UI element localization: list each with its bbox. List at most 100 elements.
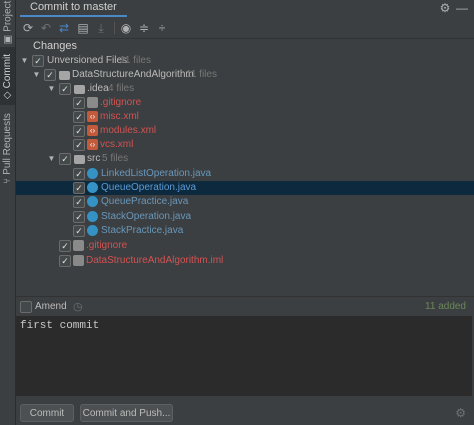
node-label: DataStructureAndAlgorithm [72,69,194,80]
file-name: QueueOperation.java [101,182,197,193]
xml-file-icon: ‹› [87,111,98,122]
commit-icon: ◇ [2,90,13,99]
folder-icon [74,85,85,94]
tool-window-strip: ▣ Project ◇ Commit ⑂ Pull Requests [0,0,16,425]
rollback-icon[interactable]: ↶ [38,20,54,36]
list-item[interactable]: ✓ LinkedListOperation.java [16,167,474,181]
git-file-icon [87,97,98,108]
folder-icon: ▣ [2,34,14,45]
list-item[interactable]: ✓ ‹› misc.xml [16,110,474,124]
history-icon[interactable]: ◷ [73,300,83,313]
folder-icon [59,71,70,80]
list-item[interactable]: ✓ StackOperation.java [16,210,474,224]
xml-file-icon: ‹› [87,139,98,150]
minimize-icon[interactable]: — [456,1,468,15]
chevron-down-icon[interactable]: ▼ [47,152,56,166]
file-name: modules.xml [100,125,157,136]
list-item[interactable]: ✓ ‹› modules.xml [16,124,474,138]
list-item[interactable]: ✓ StackPractice.java [16,224,474,238]
file-name: .gitignore [100,97,142,108]
tree-node-unversioned[interactable]: ▼ ✓ Unversioned Files 11 files [16,54,474,68]
chevron-down-icon[interactable]: ▼ [47,82,56,96]
download-icon[interactable]: ⤓ [93,20,109,36]
java-class-icon [87,182,98,193]
diff-icon[interactable]: ⇄ [56,20,72,36]
file-name: vcs.xml [100,139,134,150]
tree-node-idea[interactable]: ▼ ✓ .idea 4 files [16,82,474,96]
git-file-icon [73,240,84,251]
file-name: StackOperation.java [101,211,192,222]
toolbar-separator [114,22,115,34]
commit-button[interactable]: Commit [20,404,74,422]
file-name: DataStructureAndAlgorithm.iml [86,255,224,266]
sidebar-tab-label: Project [2,0,14,32]
file-count: 11 files [186,69,217,80]
added-status: 11 added [425,301,466,312]
collapse-all-icon[interactable]: ÷ [154,20,170,36]
checkbox[interactable]: ✓ [73,225,85,237]
list-item[interactable]: ✓ .gitignore [16,239,474,253]
file-count: 4 files [108,83,135,94]
list-item[interactable]: ✓ ‹› vcs.xml [16,138,474,152]
checkbox[interactable]: ✓ [59,240,71,252]
refresh-icon[interactable]: ⟳ [20,20,36,36]
node-label: .idea [87,83,109,94]
sidebar-tab-project[interactable]: ▣ Project [0,0,15,45]
expand-all-icon[interactable]: ≑ [136,20,152,36]
file-count: 11 files [120,55,151,66]
file-name: .gitignore [86,240,128,251]
commit-tool-window: Commit to master ⚙ — ⟳ ↶ ⇄ ▤ ⤓ ◉ ≑ ÷ Cha… [16,0,474,425]
sidebar-tab-pull-requests[interactable]: ⑂ Pull Requests [0,108,15,188]
checkbox[interactable]: ✓ [44,69,56,81]
checkbox[interactable]: ✓ [73,111,85,123]
list-item[interactable]: ✓ .gitignore [16,96,474,110]
amend-checkbox[interactable] [20,301,32,313]
commit-and-push-button[interactable]: Commit and Push... [80,404,173,422]
java-class-icon [87,168,98,179]
file-name: QueuePractice.java [101,196,189,207]
sidebar-tab-label: Pull Requests [2,112,14,175]
file-name: LinkedListOperation.java [101,168,212,179]
tab-commit-to-master[interactable]: Commit to master [20,0,127,17]
module-file-icon [73,255,84,266]
commit-options-bar: Amend ◷ 11 added [16,296,474,317]
file-name: misc.xml [100,111,139,122]
checkbox[interactable]: ✓ [73,139,85,151]
list-item[interactable]: ✓ QueuePractice.java [16,195,474,209]
xml-file-icon: ‹› [87,125,98,136]
checkbox[interactable]: ✓ [32,55,44,67]
eye-icon[interactable]: ◉ [118,20,134,36]
changes-label: Changes [33,40,78,52]
tree-node-src[interactable]: ▼ ✓ src 5 files [16,152,474,166]
checkbox[interactable]: ✓ [73,168,85,180]
shelve-icon[interactable]: ▤ [75,20,91,36]
settings-icon[interactable]: ⚙ [455,406,466,420]
checkbox[interactable]: ✓ [59,255,71,267]
list-item[interactable]: ✓ DataStructureAndAlgorithm.iml [16,254,474,268]
chevron-down-icon[interactable]: ▼ [32,68,41,82]
folder-icon [74,155,85,164]
checkbox[interactable]: ✓ [73,125,85,137]
list-item[interactable]: ✓ QueueOperation.java [16,181,474,195]
commit-toolbar: ⟳ ↶ ⇄ ▤ ⤓ ◉ ≑ ÷ [16,18,474,39]
tree-node-project[interactable]: ▼ ✓ DataStructureAndAlgorithm 11 files [16,68,474,82]
node-label: Unversioned Files [47,55,128,66]
file-count: 5 files [102,153,129,164]
java-class-icon [87,196,98,207]
tool-window-header: Commit to master ⚙ — [16,0,474,17]
checkbox[interactable]: ✓ [73,97,85,109]
checkbox[interactable]: ✓ [59,83,71,95]
checkbox[interactable]: ✓ [73,196,85,208]
checkbox[interactable]: ✓ [73,182,85,194]
checkbox[interactable]: ✓ [59,153,71,165]
node-label: src [87,153,101,164]
sidebar-tab-commit[interactable]: ◇ Commit [0,47,15,105]
sidebar-tab-label: Commit [2,53,13,88]
commit-message-input[interactable]: first commit [16,316,472,396]
java-class-icon [87,211,98,222]
gear-icon[interactable]: ⚙ [438,1,452,15]
checkbox[interactable]: ✓ [73,211,85,223]
pull-request-icon: ⑂ [2,177,14,184]
java-class-icon [87,225,98,236]
chevron-down-icon[interactable]: ▼ [20,54,29,68]
